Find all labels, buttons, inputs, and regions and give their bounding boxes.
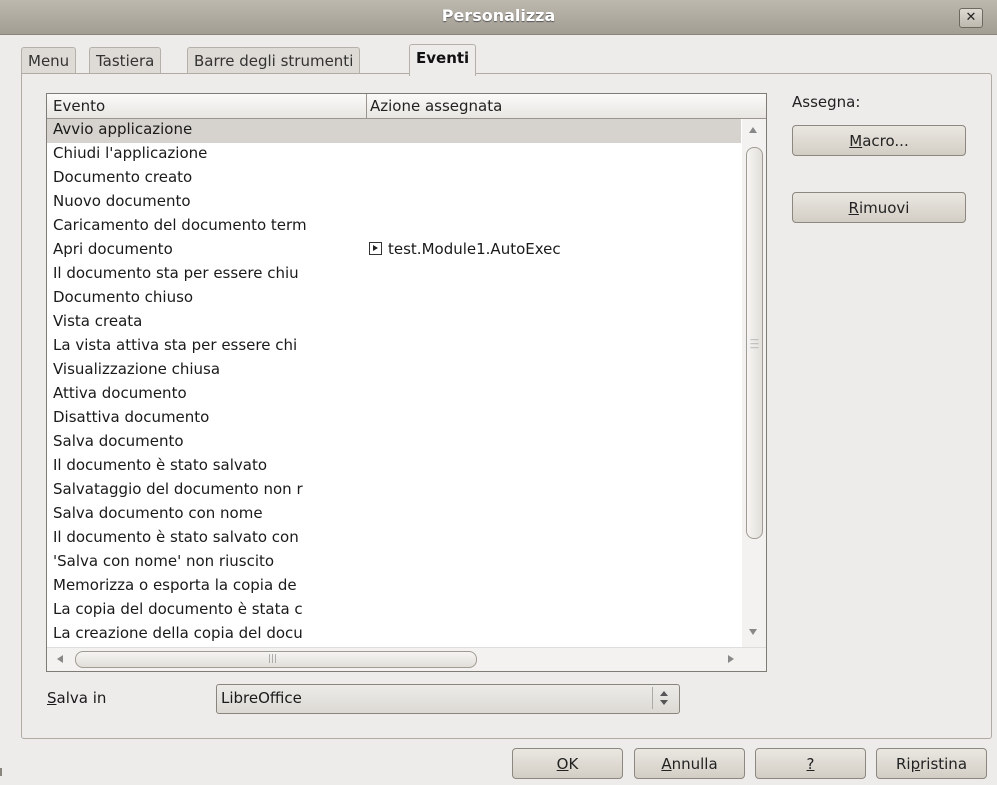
ok-button[interactable]: OK — [512, 748, 623, 779]
vertical-scrollbar[interactable]: — — — — [742, 119, 766, 647]
event-name: La copia del documento è stata c — [53, 600, 303, 618]
reset-mnemonic: p — [910, 755, 921, 773]
event-name: Salva documento — [53, 432, 184, 450]
cancel-mnemonic: A — [661, 755, 672, 773]
macro-label: acro... — [862, 132, 909, 150]
event-name: Memorizza o esporta la copia de — [53, 576, 297, 594]
horizontal-scrollbar[interactable]: ||| — [47, 647, 766, 671]
event-row[interactable]: Documento creato — [47, 167, 741, 191]
spinner-updown-icon[interactable] — [652, 687, 675, 709]
event-row[interactable]: Visualizzazione chiusa — [47, 359, 741, 383]
tab-tastiera[interactable]: Tastiera — [89, 47, 162, 74]
event-row[interactable]: Salva documento — [47, 431, 741, 455]
scroll-left-icon[interactable] — [57, 655, 63, 663]
event-name: Il documento è stato salvato — [53, 456, 267, 474]
event-rows: Avvio applicazione Chiudi l'applicazione D… — [47, 119, 741, 647]
horizontal-scroll-thumb[interactable]: ||| — [75, 651, 477, 668]
event-name: Apri documento — [53, 240, 173, 258]
event-row[interactable]: Salvataggio del documento non r — [47, 479, 741, 503]
event-row[interactable]: Attiva documento — [47, 383, 741, 407]
assign-label: Assegna: — [792, 93, 861, 111]
tab-barre-strumenti[interactable]: Barre degli strumenti — [187, 47, 361, 74]
window-edge — [0, 768, 2, 776]
event-row[interactable]: La creazione della copia del docu — [47, 623, 741, 647]
event-row[interactable]: Caricamento del documento term — [47, 215, 741, 239]
tab-menu[interactable]: Menu — [21, 47, 77, 74]
ok-label: K — [568, 755, 579, 773]
event-name: La creazione della copia del docu — [53, 624, 303, 642]
event-name: Vista creata — [53, 312, 143, 330]
event-row[interactable]: Salva documento con nome — [47, 503, 741, 527]
event-row[interactable]: La copia del documento è stata c — [47, 599, 741, 623]
event-name: 'Salva con nome' non riuscito — [53, 552, 275, 570]
event-row[interactable]: Disattiva documento — [47, 407, 741, 431]
window-title: Personalizza — [441, 6, 556, 25]
remove-mnemonic: R — [848, 199, 859, 217]
close-button[interactable]: ✕ — [959, 8, 983, 28]
tab-eventi[interactable]: Eventi — [409, 44, 477, 76]
event-name: Salva documento con nome — [53, 504, 263, 522]
list-header: Evento Azione assegnata — [47, 94, 766, 119]
scroll-down-icon[interactable] — [749, 629, 757, 635]
macro-mnemonic: M — [849, 132, 863, 150]
event-row[interactable]: Chiudi l'applicazione — [47, 143, 741, 167]
event-name: Caricamento del documento term — [53, 216, 307, 234]
save-in-mnemonic: S — [47, 689, 57, 707]
column-header-action[interactable]: Azione assegnata — [370, 97, 502, 115]
save-in-label: Salva in — [47, 689, 106, 707]
event-row[interactable]: Apri documento test.Module1.AutoExec — [47, 239, 741, 263]
remove-button[interactable]: Rimuovi — [792, 192, 966, 223]
event-row[interactable]: Avvio applicazione — [47, 119, 741, 143]
macro-icon — [369, 242, 382, 255]
reset-label: ristina — [920, 755, 968, 773]
remove-label: imuovi — [858, 199, 910, 217]
help-button[interactable]: ? — [755, 748, 866, 779]
cancel-label: nnulla — [671, 755, 718, 773]
event-row[interactable]: Vista creata — [47, 311, 741, 335]
event-row[interactable]: Il documento è stato salvato con — [47, 527, 741, 551]
scroll-right-icon[interactable] — [728, 655, 734, 663]
cancel-button[interactable]: Annulla — [634, 748, 745, 779]
event-name: Chiudi l'applicazione — [53, 144, 208, 162]
column-divider[interactable] — [366, 94, 367, 118]
event-name: Visualizzazione chiusa — [53, 360, 221, 378]
event-row[interactable]: 'Salva con nome' non riuscito — [47, 551, 741, 575]
event-name: Nuovo documento — [53, 192, 191, 210]
event-name: Salvataggio del documento non r — [53, 480, 303, 498]
scroll-up-icon[interactable] — [749, 127, 757, 133]
event-row[interactable]: Documento chiuso — [47, 287, 741, 311]
event-row[interactable]: La vista attiva sta per essere chi — [47, 335, 741, 359]
save-in-value: LibreOffice — [221, 689, 302, 707]
reset-label-pre: Ri — [895, 755, 911, 773]
event-name: Il documento è stato salvato con — [53, 528, 299, 546]
event-row[interactable]: Memorizza o esporta la copia de — [47, 575, 741, 599]
event-row[interactable]: Nuovo documento — [47, 191, 741, 215]
event-name: Attiva documento — [53, 384, 187, 402]
events-list[interactable]: Evento Azione assegnata Avvio applicazio… — [46, 93, 767, 672]
event-row[interactable]: Il documento è stato salvato — [47, 455, 741, 479]
save-in-label-text: alva in — [56, 689, 107, 707]
vertical-scroll-thumb[interactable]: — — — — [746, 147, 763, 539]
help-mnemonic: ? — [806, 755, 815, 773]
ok-mnemonic: O — [556, 755, 569, 773]
assigned-action: test.Module1.AutoExec — [369, 240, 561, 258]
assigned-action-text: test.Module1.AutoExec — [388, 240, 561, 258]
event-name: Documento chiuso — [53, 288, 194, 306]
save-in-select[interactable]: LibreOffice — [216, 684, 680, 714]
event-name: Avvio applicazione — [53, 120, 193, 138]
event-row[interactable]: Il documento sta per essere chiu — [47, 263, 741, 287]
column-header-event[interactable]: Evento — [53, 97, 105, 115]
title-bar: Personalizza ✕ — [0, 0, 997, 35]
macro-button[interactable]: Macro... — [792, 125, 966, 156]
event-name: Disattiva documento — [53, 408, 210, 426]
event-name: Il documento sta per essere chiu — [53, 264, 299, 282]
event-name: Documento creato — [53, 168, 193, 186]
reset-button[interactable]: Ripristina — [876, 748, 987, 779]
event-name: La vista attiva sta per essere chi — [53, 336, 298, 354]
